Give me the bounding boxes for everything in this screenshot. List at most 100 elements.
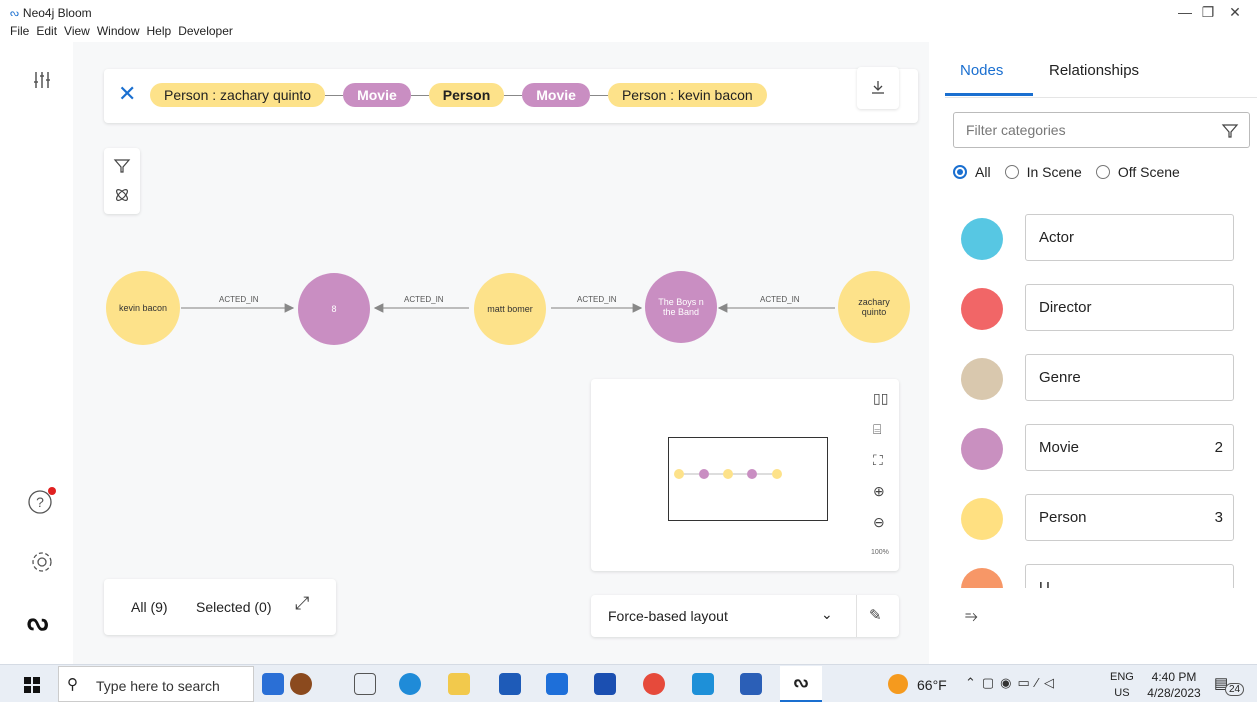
category-name[interactable]: Movie 2 <box>1025 424 1234 471</box>
zoom-out-icon[interactable]: ⊖ <box>873 514 885 531</box>
category-color-swatch[interactable] <box>961 568 1003 588</box>
task-view-icon[interactable] <box>354 673 376 695</box>
graph-node-person[interactable]: zachary quinto <box>838 271 910 343</box>
menu-developer[interactable]: Developer <box>178 24 233 42</box>
filter-icon[interactable] <box>1221 122 1239 140</box>
divider <box>945 97 1257 98</box>
relationship-label: ACTED_IN <box>404 295 444 304</box>
football-icon[interactable] <box>290 673 312 695</box>
news-widget-icon[interactable] <box>262 673 284 695</box>
relationship-label: ACTED_IN <box>760 295 800 304</box>
category-color-swatch[interactable] <box>961 288 1003 330</box>
category-color-swatch[interactable] <box>961 358 1003 400</box>
selected-count-button[interactable]: Selected (0) <box>196 599 271 615</box>
radio-off-scene[interactable]: Off Scene <box>1095 164 1180 180</box>
minimap-node <box>699 469 709 479</box>
graph-node-movie[interactable]: The Boys n the Band <box>645 271 717 343</box>
category-list: Actor Director Genre Movie 2 Person 3 U <box>929 214 1257 588</box>
settings-gear-icon[interactable] <box>30 550 54 574</box>
weather-icon[interactable] <box>888 674 908 694</box>
category-color-swatch[interactable] <box>961 498 1003 540</box>
weather-temp[interactable]: 66°F <box>917 677 947 693</box>
radio-in-scene-icon <box>1004 165 1019 179</box>
minimap-node <box>674 469 684 479</box>
menu-window[interactable]: Window <box>97 24 140 42</box>
word-icon[interactable] <box>740 673 762 695</box>
windows-taskbar: ⚲ Type here to search ᔓ 66°F ⌃▢◉▭⁄◁ ENG U… <box>0 664 1257 702</box>
menu-edit[interactable]: Edit <box>36 24 57 42</box>
system-tray-icons[interactable]: ⌃▢◉▭⁄◁ <box>965 675 1060 691</box>
radio-all-icon <box>953 165 967 179</box>
help-icon[interactable]: ? <box>28 486 58 516</box>
expand-icon[interactable]: ⤢ <box>295 593 309 614</box>
category-row-actor[interactable]: Actor <box>961 214 1235 262</box>
store-icon[interactable] <box>499 673 521 695</box>
category-color-swatch[interactable] <box>961 218 1003 260</box>
menu-file[interactable]: File <box>10 24 29 42</box>
map-icon[interactable]: ▯▯ <box>873 390 888 407</box>
radio-all[interactable]: All <box>953 164 991 180</box>
close-button[interactable]: ✕ <box>1220 4 1250 21</box>
menu-help[interactable]: Help <box>147 24 172 42</box>
tab-nodes[interactable]: Nodes <box>945 62 1033 96</box>
graph-canvas[interactable]: ✕ Person : zachary quinto Movie Person M… <box>73 42 929 664</box>
select-all-button[interactable]: All (9) <box>131 599 168 615</box>
panel-tabs: Nodes Relationships <box>945 62 1139 96</box>
minimap-panel: ▯▯ ⌸ ⛶ ⊕ ⊖ 100% <box>591 379 899 571</box>
collapse-panel-icon[interactable]: ⥱ <box>965 608 978 626</box>
minimap-node <box>772 469 782 479</box>
clock[interactable]: 4:40 PM 4/28/2023 <box>1146 669 1202 701</box>
windows-start-icon[interactable] <box>24 677 40 693</box>
edit-pencil-icon[interactable]: ✎ <box>869 606 882 624</box>
app-blue-icon[interactable] <box>594 673 616 695</box>
chevron-down-icon[interactable]: ⌄ <box>821 606 833 623</box>
category-name[interactable]: Person 3 <box>1025 494 1234 541</box>
category-row-movie[interactable]: Movie 2 <box>961 424 1235 472</box>
selection-bar: All (9) Selected (0) ⤢ <box>104 579 336 635</box>
title-bar: ᔓ Neo4j Bloom — ❐ ✕ <box>0 0 1257 24</box>
radio-in-scene[interactable]: In Scene <box>1004 164 1082 180</box>
filter-categories-input[interactable]: Filter categories <box>953 112 1250 148</box>
radio-off-scene-icon <box>1095 165 1110 179</box>
taskbar-search-input[interactable]: ⚲ Type here to search <box>58 666 254 702</box>
category-row-person[interactable]: Person 3 <box>961 494 1235 542</box>
category-name[interactable]: Genre <box>1025 354 1234 401</box>
zoom-level: 100% <box>871 549 889 556</box>
app-title: ᔓ Neo4j Bloom <box>10 6 92 20</box>
zoom-in-icon[interactable]: ⊕ <box>873 483 885 500</box>
menu-view[interactable]: View <box>64 24 90 42</box>
category-row-u[interactable]: U <box>961 564 1235 588</box>
layout-select-value: Force-based layout <box>608 608 728 624</box>
tab-relationships[interactable]: Relationships <box>1033 62 1139 96</box>
file-explorer-icon[interactable] <box>448 673 470 695</box>
language-indicator[interactable]: ENG US <box>1110 669 1134 701</box>
left-rail: ? ᔓ <box>0 42 73 664</box>
neo4j-bloom-taskbar-icon[interactable]: ᔓ <box>780 666 822 702</box>
presentation-icon[interactable]: ⌸ <box>873 421 881 438</box>
divider <box>856 595 857 637</box>
mail-icon[interactable] <box>546 673 568 695</box>
neo4j-logo-icon: ᔓ <box>27 609 49 636</box>
graph-node-person[interactable]: matt bomer <box>474 273 546 345</box>
edge-browser-icon[interactable] <box>399 673 421 695</box>
vscode-icon[interactable] <box>692 673 714 695</box>
restore-button[interactable]: ❐ <box>1193 4 1223 21</box>
category-row-director[interactable]: Director <box>961 284 1235 332</box>
category-name[interactable]: Director <box>1025 284 1234 331</box>
filter-categories-placeholder: Filter categories <box>966 122 1066 138</box>
search-icon: ⚲ <box>67 676 78 693</box>
category-color-swatch[interactable] <box>961 428 1003 470</box>
category-row-genre[interactable]: Genre <box>961 354 1235 402</box>
layout-select[interactable]: Force-based layout ⌄ ✎ <box>591 595 899 637</box>
fit-screen-icon[interactable]: ⛶ <box>873 452 883 469</box>
chrome-icon[interactable] <box>643 673 665 695</box>
category-count: 3 <box>1214 509 1223 526</box>
taskbar-search-placeholder: Type here to search <box>96 678 220 694</box>
minimap-node <box>723 469 733 479</box>
graph-node-person[interactable]: kevin bacon <box>106 271 180 345</box>
graph-node-movie[interactable]: 8 <box>298 273 370 345</box>
category-name[interactable]: Actor <box>1025 214 1234 261</box>
category-name[interactable]: U <box>1025 564 1234 588</box>
relationship-label: ACTED_IN <box>577 295 617 304</box>
perspective-settings-icon[interactable] <box>32 70 52 90</box>
